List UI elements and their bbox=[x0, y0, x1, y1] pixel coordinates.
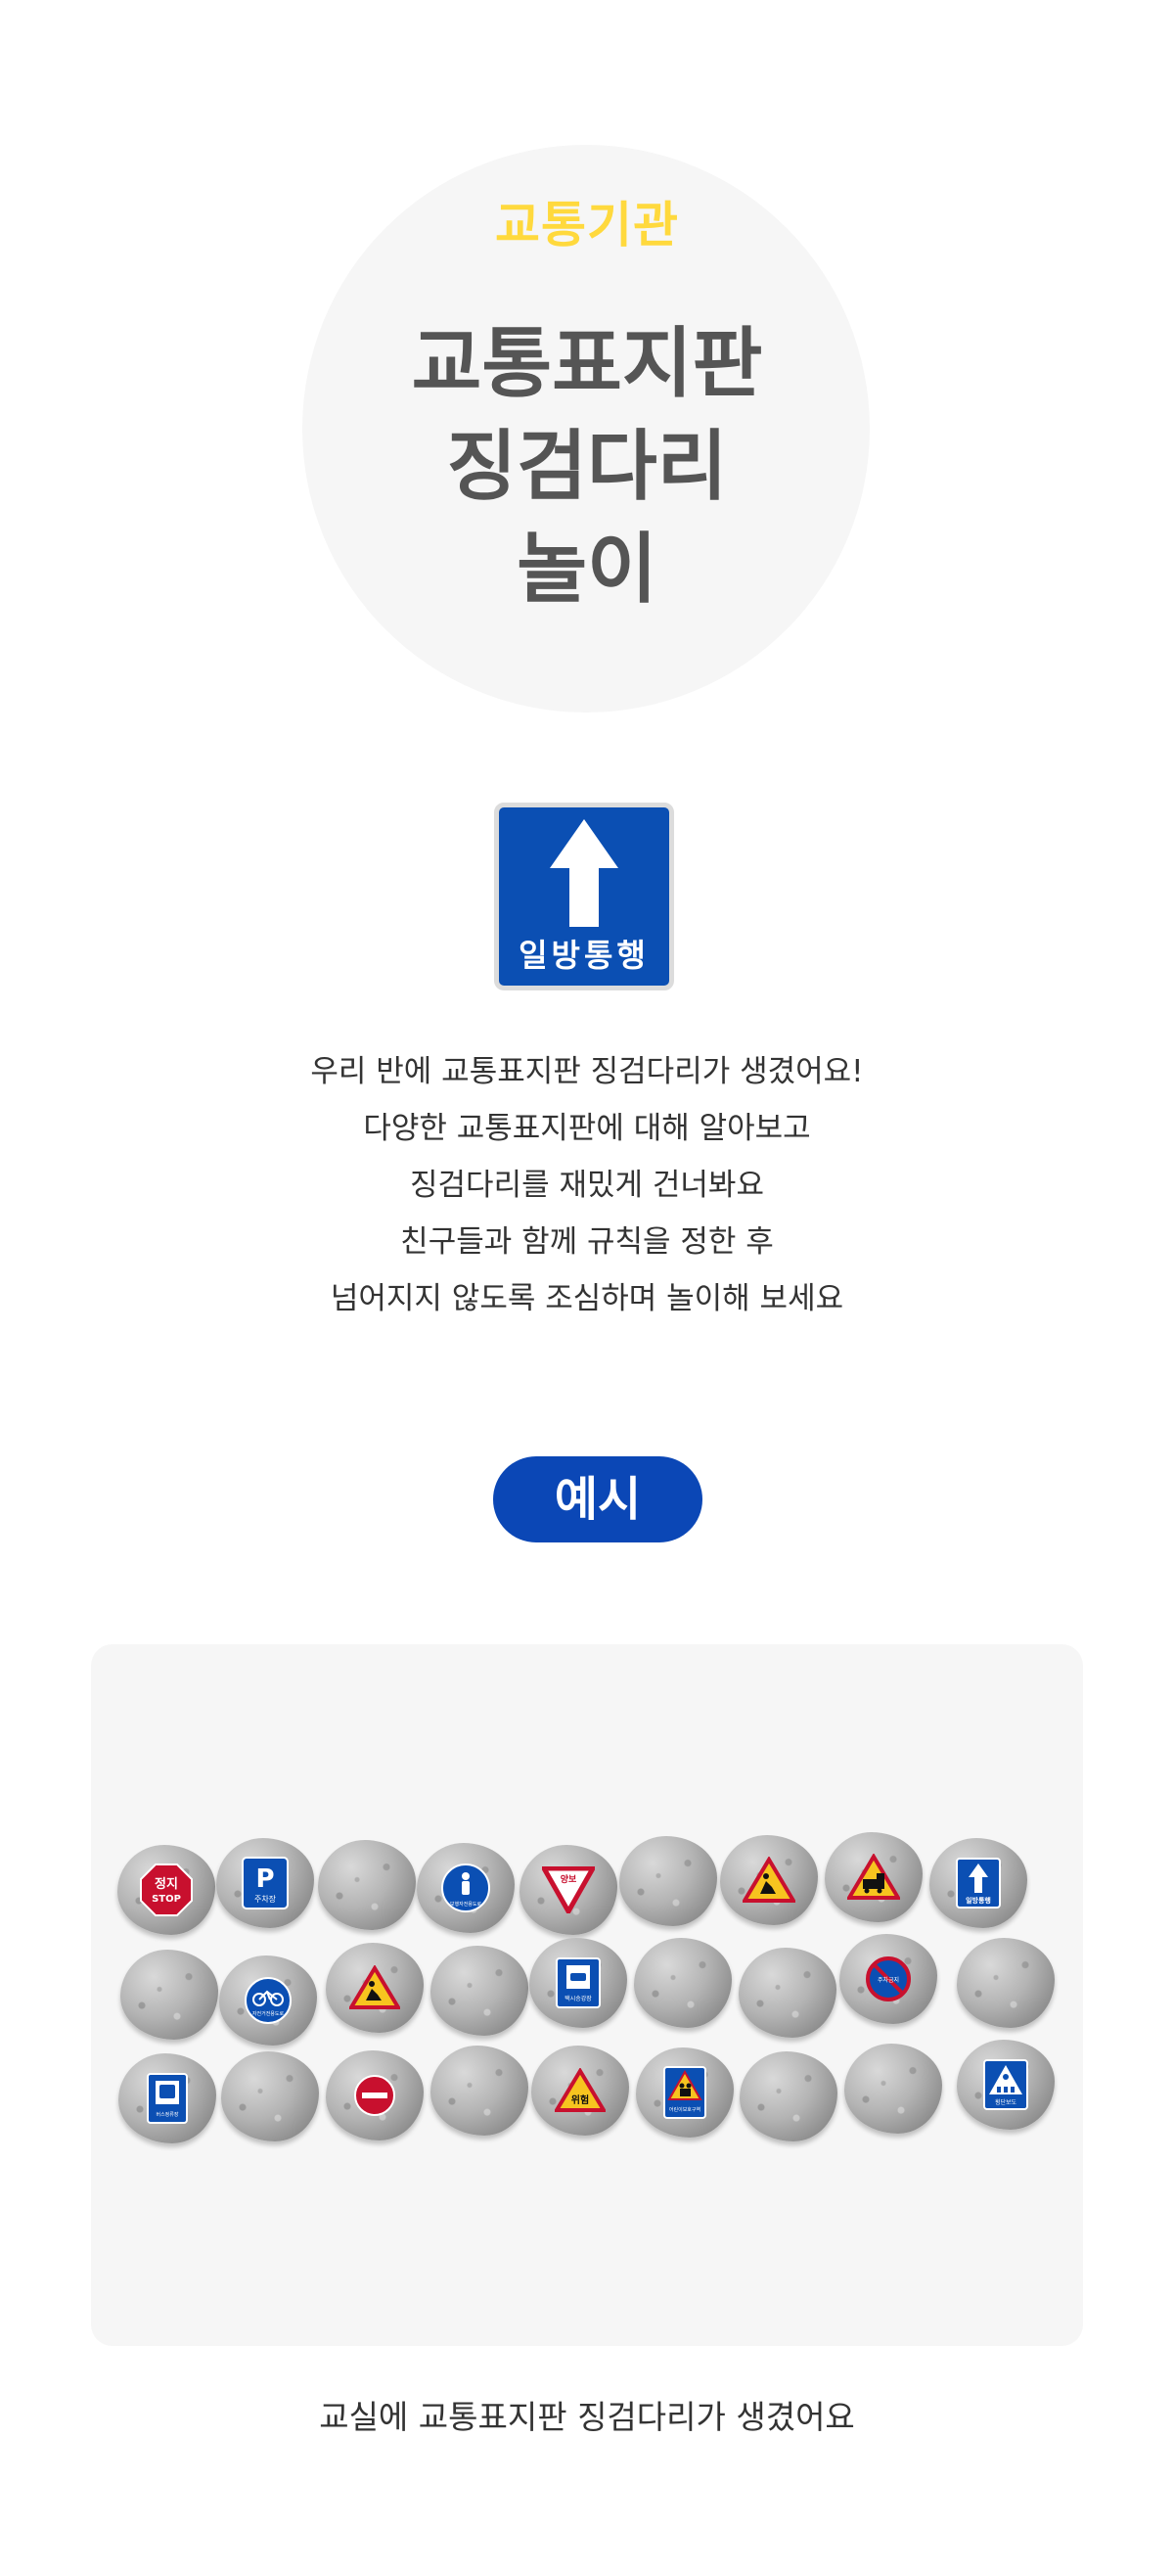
stepping-stone bbox=[326, 2050, 424, 2140]
stepping-stone bbox=[430, 2046, 528, 2136]
stepping-stone bbox=[720, 1835, 818, 1925]
up-arrow-icon bbox=[550, 819, 618, 927]
danger-sign-icon: 위험 bbox=[555, 2068, 606, 2112]
description-line-3: 징검다리를 재밌게 건너봐요 bbox=[410, 1168, 764, 1203]
stepping-stone: 어린이보호구역 bbox=[636, 2047, 734, 2138]
school-zone-label: 어린이보호구역 bbox=[669, 2106, 700, 2113]
railroad-crossing-sign-icon bbox=[847, 1854, 900, 1900]
stepping-stone: 보행자전용도로 bbox=[417, 1843, 515, 1933]
bus-stop-label: 버스정류장 bbox=[156, 2111, 178, 2118]
parking-letter: P bbox=[255, 1864, 274, 1894]
stepping-stone bbox=[318, 1840, 416, 1930]
stop-sign-en-text: STOP bbox=[152, 1894, 181, 1905]
bus-stop-sign-icon: 버스정류장 bbox=[147, 2073, 188, 2124]
parking-sign-icon: P 주차장 bbox=[242, 1857, 289, 1909]
stepping-stone bbox=[739, 1948, 836, 2038]
description-line-1: 우리 반에 교통표지판 징검다리가 생겼어요! bbox=[310, 1054, 864, 1089]
description-line-4: 친구들과 함께 규칙을 정한 후 bbox=[400, 1224, 774, 1260]
stepping-stone bbox=[120, 1950, 218, 2040]
stepping-stone bbox=[740, 2051, 837, 2141]
no-parking-label: 주차금지 bbox=[878, 1976, 899, 1984]
page-title-line-3: 놀이 bbox=[517, 526, 657, 614]
yield-sign-icon: 양보 bbox=[542, 1866, 595, 1913]
stop-sign-text: 정지 bbox=[155, 1876, 178, 1892]
stepping-stone bbox=[634, 1938, 732, 2028]
stepping-stone: 주차금지 bbox=[839, 1934, 937, 2024]
category-eyebrow: 교통기관 bbox=[495, 197, 679, 253]
description-line-2: 다양한 교통표지판에 대해 알아보고 bbox=[363, 1111, 811, 1146]
stepping-stone: 택시승강장 bbox=[529, 1938, 627, 2028]
stop-sign-icon: 정지 STOP bbox=[140, 1863, 193, 1916]
oneway-sign-image: 일방통행 bbox=[494, 803, 674, 990]
crosswalk-label: 횡단보도 bbox=[995, 2098, 1017, 2106]
stepping-stone: 버스정류장 bbox=[118, 2053, 216, 2143]
example-badge: 예시 bbox=[493, 1456, 702, 1542]
stepping-stone bbox=[326, 1943, 424, 2033]
pedestrian-only-label: 보행자전용도로 bbox=[450, 1901, 482, 1908]
stepping-stone bbox=[844, 2044, 942, 2134]
taxi-stand-sign-icon: 택시승강장 bbox=[556, 1957, 601, 2008]
stepping-stone bbox=[430, 1946, 528, 2036]
stepping-stone: 일방통행 bbox=[929, 1838, 1027, 1928]
stepping-stone: 횡단보도 bbox=[957, 2040, 1055, 2130]
stepping-stone bbox=[825, 1832, 923, 1922]
stepping-stone: 위험 bbox=[531, 2046, 629, 2136]
oneway-sign-label: 일방통행 bbox=[519, 937, 650, 974]
taxi-stand-label: 택시승강장 bbox=[564, 1995, 592, 2002]
stepping-stone bbox=[957, 1938, 1055, 2028]
yield-sign-text: 양보 bbox=[561, 1873, 577, 1885]
crosswalk-sign-icon: 횡단보도 bbox=[983, 2059, 1028, 2110]
example-caption: 교실에 교통표지판 징검다리가 생겼어요 bbox=[319, 2398, 855, 2436]
stepping-stone: P 주차장 bbox=[216, 1838, 314, 1928]
no-entry-sign-icon bbox=[354, 2075, 395, 2116]
stepping-stone: 정지 STOP bbox=[117, 1845, 215, 1935]
stepping-stone bbox=[221, 2051, 319, 2141]
pedestrian-only-sign-icon: 보행자전용도로 bbox=[441, 1863, 490, 1912]
bicycle-sign-icon: 자전거전용도로 bbox=[245, 1977, 292, 2024]
bicycle-sign-label: 자전거전용도로 bbox=[252, 2010, 285, 2017]
no-parking-sign-icon: 주차금지 bbox=[866, 1956, 911, 2001]
stepping-stone: 양보 bbox=[519, 1845, 617, 1935]
oneway-small-sign-icon: 일방통행 bbox=[956, 1858, 1001, 1909]
example-panel: 정지 STOP P 주차장 보행자전용도로 양보 일방통행 자전거전용도로 택시… bbox=[91, 1644, 1083, 2346]
stepping-stone bbox=[619, 1836, 717, 1926]
school-zone-sign-icon: 어린이보호구역 bbox=[663, 2066, 706, 2119]
page-title-line-1: 교통표지판 bbox=[411, 320, 763, 408]
stepping-stone: 자전거전용도로 bbox=[219, 1955, 317, 2046]
roadwork-sign-icon bbox=[743, 1857, 795, 1903]
roadwork-sign-icon bbox=[349, 1965, 400, 2009]
danger-sign-text: 위험 bbox=[571, 2093, 589, 2106]
oneway-small-label: 일방통행 bbox=[966, 1896, 991, 1905]
parking-label: 주차장 bbox=[254, 1894, 277, 1904]
description-line-5: 넘어지지 않도록 조심하며 놀이해 보세요 bbox=[330, 1281, 844, 1316]
page-title-line-2: 징검다리 bbox=[446, 423, 728, 511]
